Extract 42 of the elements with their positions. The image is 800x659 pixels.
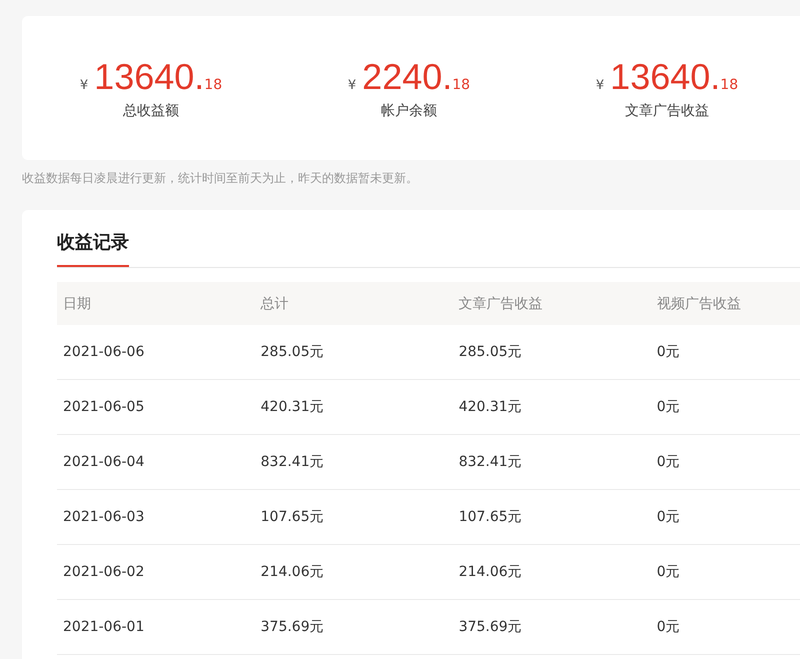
table-cell: 2021-06-05: [63, 399, 144, 415]
currency-symbol: ¥: [348, 78, 356, 93]
table-cell: 420.31元: [260, 399, 324, 415]
table-cell: 2021-06-06: [63, 344, 144, 360]
table-cell: 214.06元: [260, 564, 324, 580]
stat-label: 总收益额: [123, 102, 179, 120]
table-cell: 285.05元: [260, 344, 324, 360]
column-header: 视频广告收益: [656, 296, 741, 312]
table-cell: 0元: [656, 509, 680, 525]
stat-label: 帐户余额: [381, 102, 437, 120]
table-cell: 832.41元: [458, 454, 522, 470]
table-cell: 107.65元: [260, 509, 324, 525]
column-header: 文章广告收益: [458, 296, 543, 312]
table-cell: 2021-06-03: [63, 509, 144, 525]
currency-symbol: ¥: [80, 78, 88, 93]
amount-decimal: 18: [720, 77, 738, 93]
table-cell: 2021-06-02: [63, 564, 144, 580]
table-cell: 375.69元: [260, 619, 324, 635]
update-note: 收益数据每日凌晨进行更新，统计时间至前天为止，昨天的数据暂未更新。: [22, 170, 419, 187]
currency-symbol: ¥: [596, 78, 604, 93]
table-cell: 2021-06-04: [63, 454, 144, 470]
stat-label: 文章广告收益: [625, 102, 709, 120]
table-cell: 0元: [656, 619, 680, 635]
column-header: 总计: [260, 296, 289, 312]
table-cell: 375.69元: [458, 619, 522, 635]
table-cell: 2021-06-01: [63, 619, 144, 635]
amount-decimal: 18: [452, 77, 470, 93]
table-cell: 0元: [656, 399, 680, 415]
amount-value: 2240.: [362, 56, 452, 98]
column-header: 日期: [63, 296, 91, 312]
table-cell: 285.05元: [458, 344, 522, 360]
table-cell: 0元: [656, 344, 680, 360]
amount-decimal: 18: [204, 77, 222, 93]
table-cell: 420.31元: [458, 399, 522, 415]
table-cell: 0元: [656, 454, 680, 470]
amount-value: 13640.: [94, 56, 204, 98]
table-cell: 0元: [656, 564, 680, 580]
amount-value: 13640.: [610, 56, 720, 98]
records-tab[interactable]: 收益记录: [57, 230, 129, 267]
table-cell: 214.06元: [458, 564, 522, 580]
table-cell: 107.65元: [458, 509, 522, 525]
table-cell: 832.41元: [260, 454, 324, 470]
